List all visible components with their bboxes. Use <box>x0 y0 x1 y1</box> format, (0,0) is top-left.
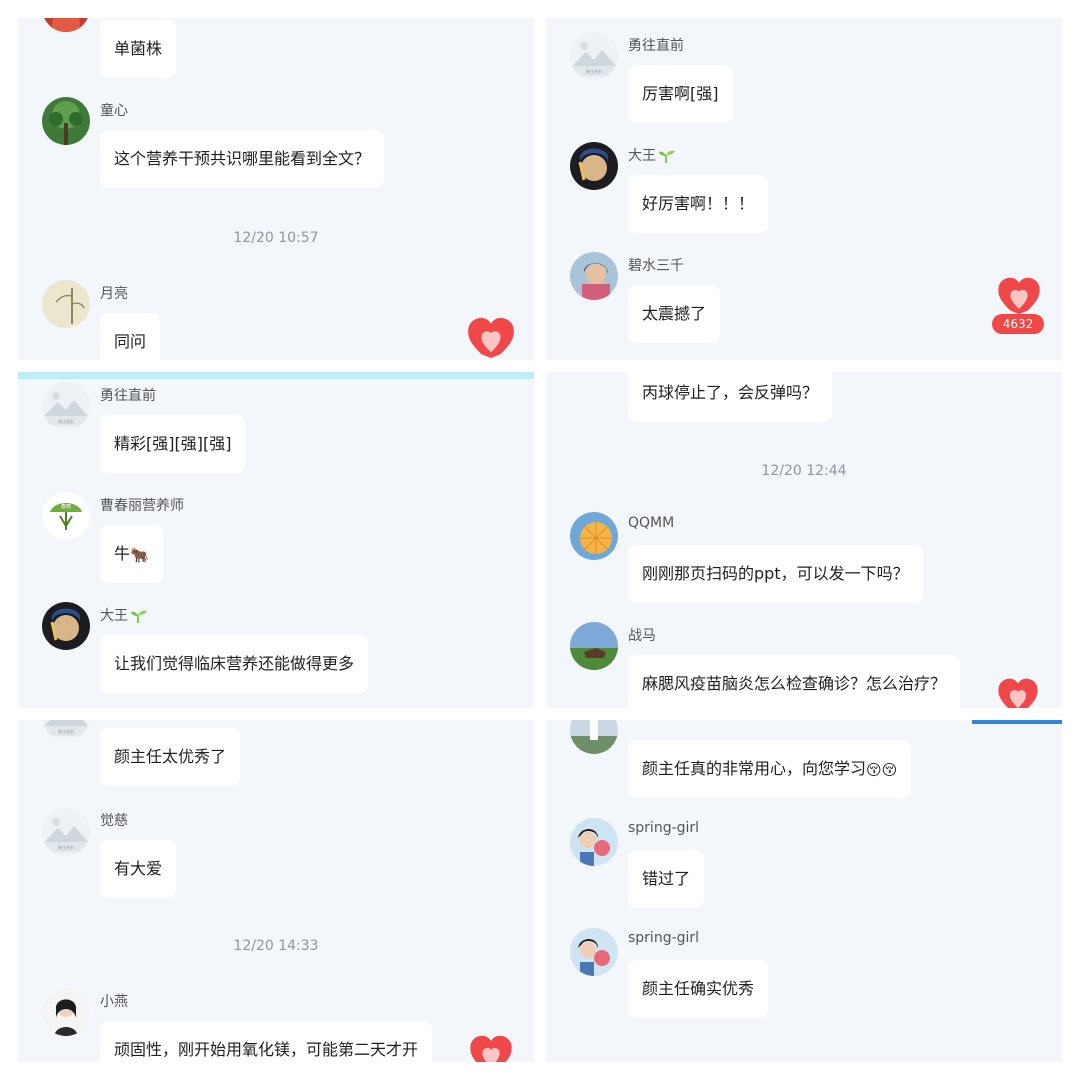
svg-text:春丽: 春丽 <box>61 503 71 510</box>
message-bubble[interactable]: 颜主任太优秀了 <box>100 728 241 786</box>
timestamp: 12/20 12:44 <box>761 463 847 479</box>
username: 勇往直前 <box>100 388 156 404</box>
message-bubble[interactable]: 颜主任确实优秀 <box>628 960 769 1018</box>
username: 童心 <box>100 103 128 119</box>
avatar[interactable] <box>42 808 90 856</box>
avatar[interactable] <box>570 928 618 976</box>
like-heart-icon[interactable] <box>470 1034 512 1062</box>
message-bubble[interactable]: 麻腮风疫苗脑炎怎么检查确诊？怎么治疗？ <box>628 655 961 708</box>
message-bubble[interactable]: 丙球停止了，会反弹吗？ <box>628 372 833 422</box>
chat-panel-1: 单菌株 童心 这个营养干预共识哪里能看到全文？ 12/20 10:57 月亮 同… <box>18 18 534 360</box>
username: 大王 <box>100 605 148 625</box>
username: 小燕 <box>100 994 128 1010</box>
chat-panel-2: 勇往直前 厉害啊[强] 大王 好厉害啊！！！ 碧水三千 太震撼了 4632 <box>546 18 1062 360</box>
avatar[interactable] <box>42 382 90 430</box>
avatar[interactable] <box>570 32 618 80</box>
username: spring-girl <box>628 820 700 836</box>
username: 碧水三千 <box>628 258 684 274</box>
message-bubble[interactable]: 颜主任真的非常用心，向您学习😚😚 <box>628 740 912 798</box>
message-text: 颜主任真的非常用心，向您学习 <box>642 759 867 778</box>
chat-panel-3: 勇往直前 精彩[强][强][强] 春丽 曹春丽营养师 牛🐂 大王 让我们觉得临床… <box>18 372 534 708</box>
like-count-badge: 4632 <box>992 314 1044 334</box>
top-strip <box>972 720 1062 724</box>
message-bubble[interactable]: 精彩[强][强][强] <box>100 415 246 473</box>
username: 曹春丽营养师 <box>100 498 184 514</box>
username: 觉慈 <box>100 813 128 829</box>
username: 月亮 <box>100 286 128 302</box>
top-strip <box>18 372 534 379</box>
ox-emoji: 🐂 <box>130 545 149 564</box>
like-heart-icon[interactable] <box>998 677 1038 708</box>
username: 勇往直前 <box>628 38 684 54</box>
message-bubble[interactable]: 顽固性，刚开始用氧化镁，可能第二天才开 <box>100 1021 433 1062</box>
avatar[interactable] <box>570 818 618 866</box>
avatar[interactable]: 春丽 <box>42 492 90 540</box>
username-text: 大王 <box>628 148 656 164</box>
message-bubble[interactable]: 好厉害啊！！！ <box>628 175 769 233</box>
avatar[interactable] <box>42 18 90 32</box>
avatar[interactable] <box>570 512 618 560</box>
avatar[interactable] <box>42 97 90 145</box>
message-bubble[interactable]: 单菌株 <box>100 20 177 78</box>
message-bubble[interactable]: 让我们觉得临床营养还能做得更多 <box>100 635 369 693</box>
chat-panel-6: 颜主任真的非常用心，向您学习😚😚 spring-girl 错过了 spring-… <box>546 720 1062 1062</box>
message-bubble[interactable]: 牛🐂 <box>100 525 163 583</box>
message-bubble[interactable]: 刚刚那页扫码的ppt，可以发一下吗？ <box>628 545 923 603</box>
avatar[interactable] <box>42 988 90 1036</box>
username: QQMM <box>628 515 675 531</box>
message-bubble[interactable]: 太震撼了 <box>628 285 721 343</box>
avatar[interactable] <box>570 252 618 300</box>
avatar[interactable] <box>42 602 90 650</box>
message-bubble[interactable]: 同问 <box>100 313 161 360</box>
timestamp: 12/20 14:33 <box>233 938 319 954</box>
avatar[interactable] <box>42 720 90 740</box>
message-bubble[interactable]: 这个营养干预共识哪里能看到全文？ <box>100 130 385 188</box>
message-bubble[interactable]: 厉害啊[强] <box>628 65 733 123</box>
username: spring-girl <box>628 930 700 946</box>
avatar[interactable] <box>570 142 618 190</box>
username: 战马 <box>628 628 656 644</box>
chat-panel-4: 丙球停止了，会反弹吗？ 12/20 12:44 QQMM 刚刚那页扫码的ppt，… <box>546 372 1062 708</box>
like-heart-icon[interactable] <box>468 316 514 358</box>
like-heart-icon[interactable] <box>998 276 1040 314</box>
message-bubble[interactable]: 有大爱 <box>100 840 177 898</box>
kiss-emoji: 😚😚 <box>866 760 898 779</box>
username: 大王 <box>628 145 676 165</box>
message-bubble[interactable]: 错过了 <box>628 850 705 908</box>
avatar[interactable] <box>570 720 618 754</box>
chat-panel-5: 颜主任太优秀了 觉慈 有大爱 12/20 14:33 小燕 顽固性，刚开始用氧化… <box>18 720 534 1062</box>
username-text: 大王 <box>100 608 128 624</box>
message-text: 牛 <box>114 544 131 563</box>
avatar[interactable] <box>570 622 618 670</box>
timestamp: 12/20 10:57 <box>233 230 319 246</box>
sprout-icon <box>130 609 148 623</box>
sprout-icon <box>658 149 676 163</box>
avatar[interactable] <box>42 280 90 328</box>
